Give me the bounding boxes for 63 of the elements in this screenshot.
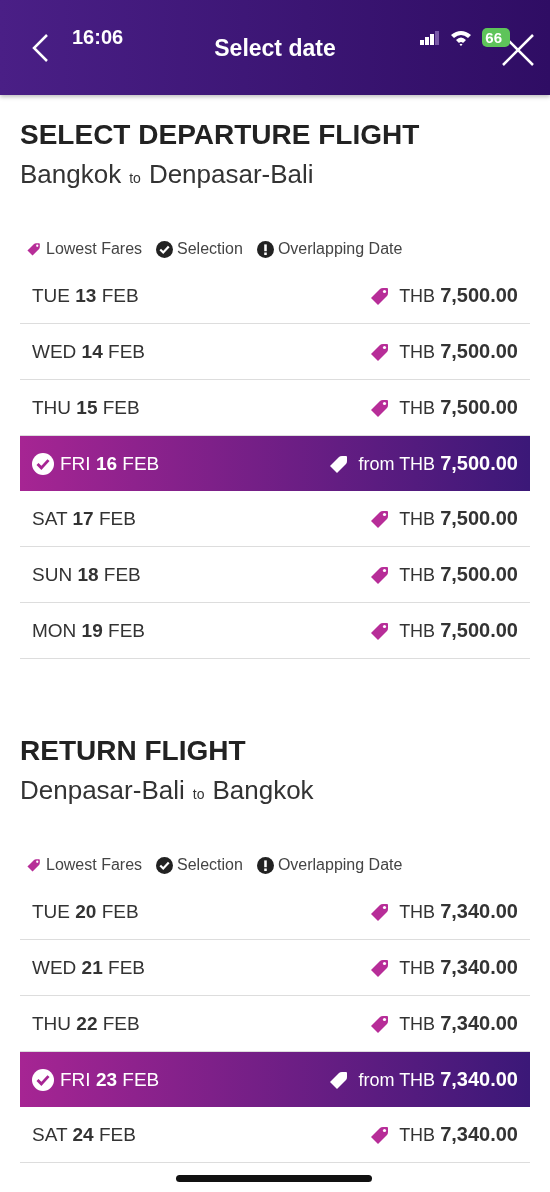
- exclamation-circle-icon: [256, 856, 274, 874]
- check-circle-icon: [32, 452, 54, 475]
- date-label: WED 21 FEB: [32, 956, 145, 979]
- fare-price: THB 7,340.00: [399, 1012, 518, 1035]
- date-row[interactable]: FRI 16 FEB from THB 7,500.00: [20, 436, 530, 491]
- back-button[interactable]: [30, 31, 50, 64]
- tag-icon: [26, 857, 42, 873]
- legend-label: Selection: [177, 856, 243, 874]
- fare-price: THB 7,500.00: [399, 340, 518, 363]
- date-row[interactable]: SAT 17 FEB THB 7,500.00: [20, 491, 530, 547]
- date-label: SUN 18 FEB: [32, 563, 141, 586]
- date-label: FRI 23 FEB: [60, 1068, 160, 1091]
- date-label: TUE 20 FEB: [32, 900, 139, 923]
- date-label: SAT 17 FEB: [32, 507, 136, 530]
- legend-label: Overlapping Date: [277, 856, 403, 874]
- close-button[interactable]: [500, 31, 536, 68]
- date-row[interactable]: FRI 23 FEB from THB 7,340.00: [20, 1052, 530, 1107]
- date-row[interactable]: SUN 18 FEB THB 7,500.00: [20, 547, 530, 603]
- origin-city: Denpasar-Bali: [20, 775, 185, 806]
- date-row[interactable]: WED 21 FEB THB 7,340.00: [20, 940, 530, 996]
- date-label: THU 22 FEB: [32, 1012, 140, 1035]
- fare-price: THB 7,500.00: [399, 619, 518, 642]
- legend-label: Lowest Fares: [46, 240, 143, 258]
- destination-city: Denpasar-Bali: [148, 159, 314, 190]
- fare-price: from THB 7,500.00: [358, 452, 518, 475]
- section-heading: SELECT DEPARTURE FLIGHT: [20, 118, 421, 151]
- date-label: TUE 13 FEB: [32, 284, 139, 307]
- check-circle-icon: [156, 240, 174, 258]
- status-time: 16:06: [72, 26, 124, 49]
- date-label: FRI 16 FEB: [60, 452, 160, 475]
- fare-price: THB 7,500.00: [399, 507, 518, 530]
- date-row[interactable]: TUE 20 FEB THB 7,340.00: [20, 884, 530, 940]
- date-row[interactable]: SAT 24 FEB THB 7,340.00: [20, 1107, 530, 1163]
- check-circle-icon: [32, 1068, 54, 1091]
- date-row[interactable]: WED 14 FEB THB 7,500.00: [20, 324, 530, 380]
- date-label: WED 14 FEB: [32, 340, 145, 363]
- battery-level: 66: [482, 28, 510, 47]
- legend-label: Selection: [177, 240, 243, 258]
- fare-price: THB 7,500.00: [399, 396, 518, 419]
- date-label: MON 19 FEB: [32, 619, 145, 642]
- date-row[interactable]: TUE 13 FEB THB 7,500.00: [20, 268, 530, 324]
- check-circle-icon: [156, 856, 174, 874]
- fare-price: from THB 7,340.00: [358, 1068, 518, 1091]
- date-row[interactable]: MON 19 FEB THB 7,500.00: [20, 603, 530, 659]
- route-connector: to: [129, 170, 141, 186]
- page-title: Select date: [214, 34, 336, 62]
- date-label: THU 15 FEB: [32, 396, 140, 419]
- section-heading: RETURN FLIGHT: [20, 734, 247, 767]
- wifi-icon: [450, 29, 473, 46]
- fare-price: THB 7,340.00: [399, 956, 518, 979]
- fare-price: THB 7,500.00: [399, 563, 518, 586]
- route-connector: to: [192, 786, 205, 802]
- date-label: SAT 24 FEB: [32, 1123, 136, 1146]
- signal-icon: [420, 30, 441, 45]
- fare-price: THB 7,500.00: [399, 284, 518, 307]
- legend-label: Lowest Fares: [46, 856, 143, 874]
- legend-label: Overlapping Date: [277, 240, 403, 258]
- exclamation-circle-icon: [256, 240, 274, 258]
- tag-icon: [26, 241, 42, 257]
- destination-city: Bangkok: [212, 775, 314, 806]
- origin-city: Bangkok: [20, 159, 122, 190]
- fare-price: THB 7,340.00: [399, 900, 518, 923]
- fare-price: THB 7,340.00: [399, 1123, 518, 1146]
